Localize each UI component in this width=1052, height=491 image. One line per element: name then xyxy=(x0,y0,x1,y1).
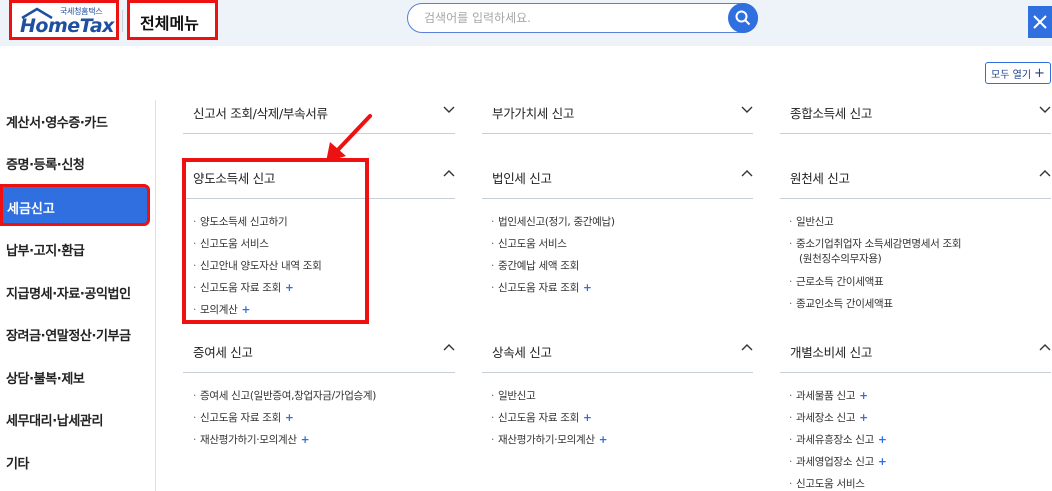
logo-text: HomeTax xyxy=(20,15,114,37)
list-item[interactable]: · 재산평가하기·모의계산 + xyxy=(491,432,607,447)
list-item[interactable]: · 과세영업장소 신고 + xyxy=(789,454,887,469)
chevron-down-icon xyxy=(443,106,455,113)
hometax-logo[interactable]: 국세청홈택스 HomeTax xyxy=(9,0,119,40)
section-header-income[interactable]: 종합소득세 신고 xyxy=(780,100,1051,134)
plus-icon: + xyxy=(877,456,887,468)
search-icon xyxy=(735,10,751,26)
open-all-label: 모두 열기 xyxy=(991,69,1032,81)
highlight-box xyxy=(182,158,369,324)
sidebar-item-agent[interactable]: 세무대리·납세관리 xyxy=(6,410,103,429)
section-title: 법인세 신고 xyxy=(492,171,552,186)
chevron-up-icon xyxy=(741,344,753,351)
list-item[interactable]: · 과세장소 신고 + xyxy=(789,410,868,425)
chevron-up-icon xyxy=(443,344,455,351)
section-title: 원천세 신고 xyxy=(790,171,850,186)
section-header-gift[interactable]: 증여세 신고 xyxy=(183,339,455,373)
section-title: 신고서 조회/삭제/부속서류 xyxy=(193,106,328,121)
list-item[interactable]: · 과세유흥장소 신고 + xyxy=(789,432,887,447)
list-item-subtext: (원천징수의무자용) xyxy=(799,253,882,265)
page: 국세청홈택스 HomeTax 전체메뉴 모두 열기 + xyxy=(0,0,1052,491)
list-item[interactable]: · 신고도움 자료 조회 + xyxy=(491,280,592,295)
section-title: 부가가치세 신고 xyxy=(492,106,575,121)
chevron-down-icon xyxy=(1039,106,1051,113)
header-divider xyxy=(122,10,123,32)
section-header-excise[interactable]: 개별소비세 신고 xyxy=(780,339,1051,373)
sidebar: 계산서·영수증·카드 증명·등록·신청 세금신고 납부·고지·환급 지급명세·자… xyxy=(0,100,156,491)
chevron-down-icon xyxy=(741,106,753,113)
plus-icon: + xyxy=(1034,65,1045,81)
sidebar-item-tax-filing[interactable]: 세금신고 xyxy=(0,184,150,226)
list-item[interactable]: · 신고도움 자료 조회 + xyxy=(193,410,294,425)
section-title: 증여세 신고 xyxy=(193,345,253,360)
list-item[interactable]: · 법인세신고(정기, 중간예납) xyxy=(491,214,615,229)
list-item[interactable]: · 일반신고 xyxy=(491,388,536,403)
close-icon xyxy=(1033,15,1047,29)
sidebar-item-statement[interactable]: 지급명세·자료·공익법인 xyxy=(6,283,131,302)
search-box xyxy=(407,3,758,33)
list-item[interactable]: · 종교인소득 간이세액표 xyxy=(789,296,893,311)
section-header-withholding[interactable]: 원천세 신고 xyxy=(780,165,1051,199)
list-item[interactable]: · 과세물품 신고 + xyxy=(789,388,868,403)
open-all-button[interactable]: 모두 열기 + xyxy=(985,62,1051,84)
sidebar-item-payment[interactable]: 납부·고지·환급 xyxy=(6,240,85,259)
list-item[interactable]: · 신고도움 서비스 xyxy=(491,236,567,251)
chevron-up-icon xyxy=(443,170,455,177)
sidebar-item-certificate[interactable]: 증명·등록·신청 xyxy=(6,154,85,173)
section-header-corporate[interactable]: 법인세 신고 xyxy=(482,165,753,199)
list-item[interactable]: · 중간예납 세액 조회 xyxy=(491,258,579,273)
list-item[interactable]: · 신고도움 자료 조회 + xyxy=(491,410,592,425)
section-header-vat[interactable]: 부가가치세 신고 xyxy=(482,100,753,134)
list-item[interactable]: · 일반신고 xyxy=(789,214,834,229)
sidebar-item-consult[interactable]: 상담·불복·제보 xyxy=(6,368,85,387)
plus-icon: + xyxy=(285,412,294,424)
section-title: 개별소비세 신고 xyxy=(790,345,873,360)
list-item[interactable]: · 중소기업취업자 소득세감면명세서 조회 xyxy=(789,236,962,251)
chevron-up-icon xyxy=(1039,170,1051,177)
list-item[interactable]: · 증여세 신고(일반증여,창업자금/가업승계) xyxy=(193,388,376,403)
section-header-inheritance[interactable]: 상속세 신고 xyxy=(482,339,753,373)
sidebar-item-label: 세금신고 xyxy=(7,202,55,217)
plus-icon: + xyxy=(300,434,310,446)
sidebar-item-etc[interactable]: 기타 xyxy=(6,453,30,472)
chevron-up-icon xyxy=(1039,344,1051,351)
page-title: 전체메뉴 xyxy=(140,14,199,33)
section-header-returns[interactable]: 신고서 조회/삭제/부속서류 xyxy=(183,100,455,134)
plus-icon: + xyxy=(859,412,868,424)
section-title: 종합소득세 신고 xyxy=(790,106,873,121)
sidebar-item-invoice[interactable]: 계산서·영수증·카드 xyxy=(6,112,108,131)
chevron-up-icon xyxy=(741,170,753,177)
close-button[interactable] xyxy=(1028,6,1052,38)
plus-icon: + xyxy=(598,434,608,446)
red-arrow-icon xyxy=(326,114,372,162)
section-title: 상속세 신고 xyxy=(492,345,552,360)
plus-icon: + xyxy=(583,412,592,424)
menu-title-box: 전체메뉴 xyxy=(127,0,218,40)
plus-icon: + xyxy=(877,434,887,446)
search-input[interactable] xyxy=(424,9,714,27)
plus-icon: + xyxy=(583,282,592,294)
list-item[interactable]: · 재산평가하기·모의계산 + xyxy=(193,432,309,447)
search-button[interactable] xyxy=(728,3,758,33)
sidebar-item-incentive[interactable]: 장려금·연말정산·기부금 xyxy=(6,325,131,344)
list-item[interactable]: · 신고도움 서비스 xyxy=(789,476,865,491)
header: 국세청홈택스 HomeTax 전체메뉴 xyxy=(0,0,1052,46)
list-item[interactable]: · 근로소득 간이세액표 xyxy=(789,274,884,289)
plus-icon: + xyxy=(859,390,868,402)
